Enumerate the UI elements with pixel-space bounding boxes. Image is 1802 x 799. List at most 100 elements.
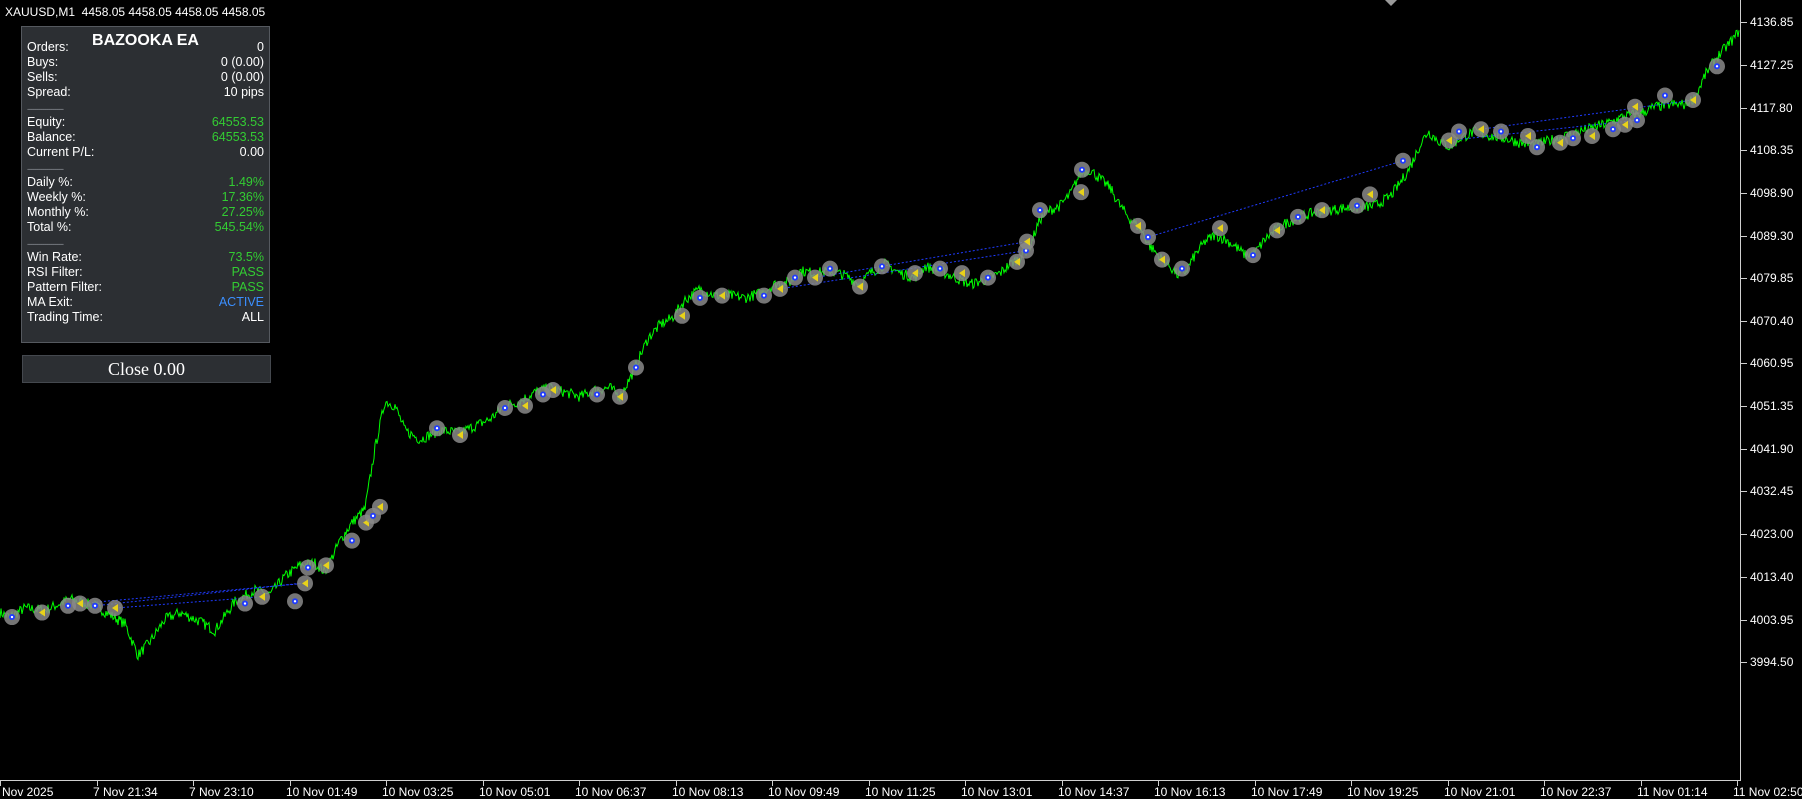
trade-marker[interactable]	[907, 265, 923, 282]
trade-marker[interactable]	[787, 269, 803, 286]
monthly-row: Monthly %: 27.25%	[27, 205, 264, 220]
trade-marker[interactable]	[1493, 123, 1509, 140]
trade-marker[interactable]	[628, 359, 644, 376]
trade-marker[interactable]	[954, 265, 970, 282]
trade-marker[interactable]	[517, 397, 533, 414]
maexit-label: MA Exit:	[27, 295, 73, 309]
trade-marker[interactable]	[612, 388, 628, 405]
buys-row: Buys: 0 (0.00)	[27, 55, 264, 70]
price-axis-label: 4108.35	[1750, 143, 1794, 157]
trade-marker[interactable]	[1685, 92, 1701, 109]
sells-value: 0 (0.00)	[220, 70, 264, 84]
trade-marker[interactable]	[297, 575, 313, 592]
trade-marker[interactable]	[714, 287, 730, 304]
trade-marker[interactable]	[1269, 222, 1285, 239]
trade-marker[interactable]	[1032, 202, 1048, 219]
trade-marker[interactable]	[1314, 202, 1330, 219]
trade-marker[interactable]	[1140, 229, 1156, 246]
trade-marker[interactable]	[807, 269, 823, 286]
trade-marker[interactable]	[874, 258, 890, 275]
trade-marker[interactable]	[344, 532, 360, 549]
price-axis-tick	[1741, 662, 1747, 663]
trade-marker[interactable]	[822, 260, 838, 277]
trade-marker[interactable]	[318, 557, 334, 574]
trade-marker[interactable]	[1629, 112, 1645, 129]
separator: ------------------	[27, 239, 64, 249]
price-axis-tick	[1741, 278, 1747, 279]
trade-marker[interactable]	[1245, 247, 1261, 264]
price-axis-label: 4070.40	[1750, 314, 1794, 328]
trade-marker[interactable]	[287, 593, 303, 610]
sells-row: Sells: 0 (0.00)	[27, 70, 264, 85]
trade-marker[interactable]	[1212, 220, 1228, 237]
daily-value: 1.49%	[228, 175, 264, 189]
trade-marker[interactable]	[4, 609, 20, 626]
trade-marker[interactable]	[254, 588, 270, 605]
symbol-header: XAUUSD,M1 4458.05 4458.05 4458.05 4458.0…	[5, 5, 266, 19]
trade-marker[interactable]	[1709, 58, 1725, 75]
trade-marker[interactable]	[1174, 260, 1190, 277]
buys-label: Buys:	[27, 55, 59, 69]
trade-marker[interactable]	[1395, 152, 1411, 169]
trade-marker[interactable]	[1627, 98, 1643, 115]
trade-marker[interactable]	[1290, 208, 1306, 225]
sells-label: Sells:	[27, 70, 58, 84]
trade-marker[interactable]	[772, 280, 788, 297]
total-value: 545.54%	[214, 220, 264, 234]
trade-marker[interactable]	[72, 595, 88, 612]
trade-marker[interactable]	[1529, 139, 1545, 156]
trade-marker[interactable]	[1154, 251, 1170, 268]
trade-marker[interactable]	[1657, 87, 1673, 104]
weekly-value: 17.36%	[221, 190, 264, 204]
trade-marker[interactable]	[756, 287, 772, 304]
trade-marker[interactable]	[1451, 123, 1467, 140]
monthly-label: Monthly %:	[27, 205, 89, 219]
orders-label: Orders:	[27, 40, 69, 54]
time-axis[interactable]: 7 Nov 20257 Nov 21:347 Nov 23:1010 Nov 0…	[0, 781, 1802, 799]
trade-marker[interactable]	[1362, 186, 1378, 203]
price-axis-label: 4079.85	[1750, 271, 1794, 285]
trade-marker[interactable]	[452, 426, 468, 443]
close-button[interactable]: Close 0.00	[22, 355, 271, 383]
trade-marker[interactable]	[237, 595, 253, 612]
trade-marker[interactable]	[34, 604, 50, 621]
trade-marker[interactable]	[1074, 161, 1090, 178]
price-axis-tick	[1741, 193, 1747, 194]
trade-marker[interactable]	[1073, 184, 1089, 201]
trade-marker[interactable]	[692, 289, 708, 306]
trade-marker[interactable]	[1565, 130, 1581, 147]
trade-marker[interactable]	[980, 269, 996, 286]
trade-marker[interactable]	[300, 559, 316, 576]
trade-marker[interactable]	[1019, 233, 1035, 250]
ea-info-panel: BAZOOKA EA Orders: 0 Buys: 0 (0.00) Sell…	[21, 26, 270, 343]
price-axis-tick	[1741, 321, 1747, 322]
trade-marker[interactable]	[87, 597, 103, 614]
chart-shift-marker[interactable]	[1385, 0, 1397, 6]
price-axis-tick	[1741, 491, 1747, 492]
price-axis-label: 4041.90	[1750, 442, 1794, 456]
balance-value: 64553.53	[211, 130, 264, 144]
equity-label: Equity:	[27, 115, 66, 129]
weekly-row: Weekly %: 17.36%	[27, 190, 264, 205]
trade-marker[interactable]	[1349, 197, 1365, 214]
price-axis-label: 4051.35	[1750, 399, 1794, 413]
separator: ------------------	[27, 164, 64, 174]
trade-marker[interactable]	[932, 260, 948, 277]
trade-marker[interactable]	[1473, 121, 1489, 138]
trade-marker[interactable]	[497, 399, 513, 416]
trade-marker[interactable]	[107, 600, 123, 617]
price-axis[interactable]: 4136.85 4127.25 4117.80 4108.35 4098.90 4089.…	[1741, 0, 1802, 781]
maexit-value: ACTIVE	[218, 295, 264, 309]
pl-value: 0.00	[239, 145, 264, 159]
price-axis-label: 4098.90	[1750, 186, 1794, 200]
trade-marker[interactable]	[1584, 127, 1600, 144]
trade-marker[interactable]	[429, 420, 445, 437]
trade-marker[interactable]	[372, 498, 388, 515]
price-axis-tick	[1741, 363, 1747, 364]
spread-label: Spread:	[27, 85, 71, 99]
trade-marker[interactable]	[545, 381, 561, 398]
trade-marker[interactable]	[589, 386, 605, 403]
price-axis-label: 4127.25	[1750, 58, 1794, 72]
trade-marker[interactable]	[674, 307, 690, 324]
trade-marker[interactable]	[852, 278, 868, 295]
